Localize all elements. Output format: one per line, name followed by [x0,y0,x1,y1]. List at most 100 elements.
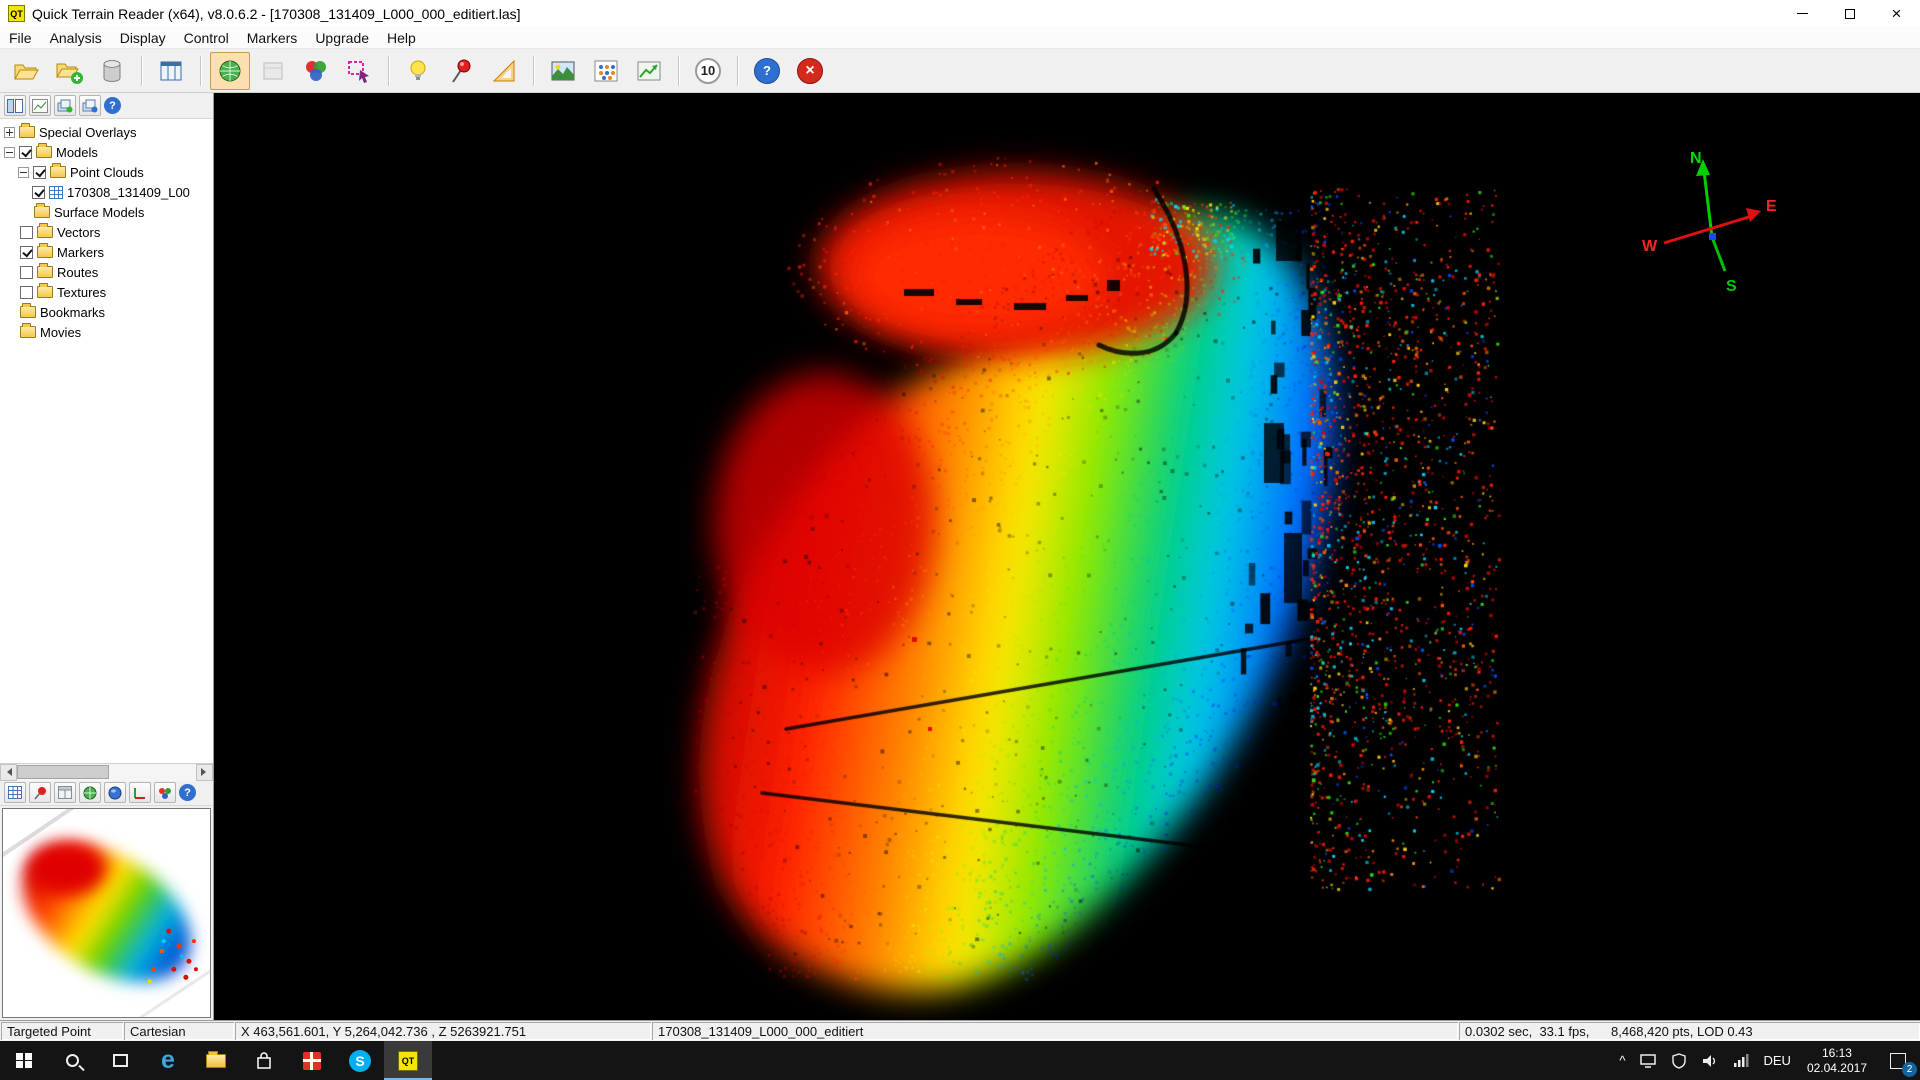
menu-help[interactable]: Help [378,27,425,48]
point-display-button[interactable] [586,52,626,90]
selection-tool-button[interactable] [339,52,379,90]
tree-item-movies[interactable]: Movies [0,322,213,342]
overview-minimap[interactable] [2,808,211,1018]
axes-tool-button[interactable] [129,782,151,803]
taskbar-explorer-button[interactable] [192,1041,240,1080]
menu-display[interactable]: Display [111,27,175,48]
checkbox-checked[interactable] [20,246,33,259]
screenshot-button[interactable] [543,52,583,90]
minimize-button[interactable] [1779,0,1826,27]
viewport-3d[interactable]: N S W E [214,93,1920,1020]
volume-tray-button[interactable] [1694,1041,1725,1080]
tree-item-markers[interactable]: Markers [0,242,213,262]
volume-icon [1701,1053,1718,1069]
defender-tray-button[interactable] [1664,1041,1694,1080]
menu-upgrade[interactable]: Upgrade [306,27,378,48]
close-button[interactable]: × [1873,0,1920,27]
zoom-10-button[interactable]: 10 [688,52,728,90]
checkbox-checked[interactable] [32,186,45,199]
tree-item-special-overlays[interactable]: Special Overlays [0,122,213,142]
status-dataset: 170308_131409_L000_000_editiert [652,1022,1458,1040]
minimap-render [3,809,210,1017]
panel-layout-button[interactable] [4,95,26,116]
measure-button[interactable] [484,52,524,90]
scroll-right-button[interactable] [196,764,213,781]
marker-tool-button[interactable] [29,782,51,803]
colors-tool-button[interactable] [154,782,176,803]
checkbox-unchecked[interactable] [20,226,33,239]
start-button[interactable] [0,1041,48,1080]
add-layer-button[interactable] [54,95,76,116]
tree-item-routes[interactable]: Routes [0,262,213,282]
sidebar-toolbar-bottom: ? [0,780,213,806]
scrollbar-track[interactable] [17,764,196,781]
collapse-icon[interactable] [4,147,15,158]
checkbox-unchecked[interactable] [20,266,33,279]
tree-item-surface-models[interactable]: Surface Models [0,202,213,222]
taskbar-store-button[interactable] [240,1041,288,1080]
language-indicator[interactable]: DEU [1756,1041,1797,1080]
panel-help-button[interactable]: ? [179,784,196,801]
tree-label: Bookmarks [40,305,105,320]
profile-button[interactable] [629,52,669,90]
folder-icon [50,166,66,178]
open-add-button[interactable] [49,52,89,90]
scroll-left-button[interactable] [0,764,17,781]
menu-analysis[interactable]: Analysis [41,27,111,48]
task-view-button[interactable] [96,1041,144,1080]
network-tray-button[interactable] [1632,1041,1664,1080]
folder-icon [37,286,53,298]
view-globe-button[interactable] [210,52,250,90]
globe-tool-button[interactable] [79,782,101,803]
help-button[interactable]: ? [747,52,787,90]
open-button[interactable] [6,52,46,90]
layout-columns-button[interactable] [151,52,191,90]
table-tool-button[interactable] [54,782,76,803]
menu-markers[interactable]: Markers [238,27,307,48]
app-icon[interactable]: QT [8,5,25,22]
tree-item-vectors[interactable]: Vectors [0,222,213,242]
sphere-tool-button[interactable] [104,782,126,803]
qt-reader-icon: QT [398,1051,418,1071]
wifi-tray-button[interactable] [1725,1041,1756,1080]
tree-item-point-clouds[interactable]: Point Clouds [0,162,213,182]
lighting-button[interactable] [398,52,438,90]
exit-button[interactable]: × [790,52,830,90]
taskbar-qt-reader-button[interactable]: QT [384,1041,432,1080]
marker-pin-button[interactable] [441,52,481,90]
checkbox-checked[interactable] [19,146,32,159]
clock-time: 16:13 [1822,1046,1852,1061]
sidebar-help-button[interactable]: ? [104,97,121,114]
taskbar-edge-button[interactable]: e [144,1041,192,1080]
tree-item-models[interactable]: Models [0,142,213,162]
checkbox-unchecked[interactable] [20,286,33,299]
action-center-button[interactable]: 2 [1876,1041,1920,1080]
tree-item-bookmarks[interactable]: Bookmarks [0,302,213,322]
tree-horizontal-scrollbar[interactable] [0,763,213,780]
scrollbar-thumb[interactable] [17,765,109,779]
toolbar-separator [200,56,201,86]
grid-tool-button[interactable] [4,782,26,803]
expand-icon[interactable] [4,127,15,138]
menu-file[interactable]: File [0,27,41,48]
menu-control[interactable]: Control [175,27,238,48]
hidden-icons-button[interactable]: ^ [1612,1041,1632,1080]
taskbar-clock[interactable]: 16:13 02.04.2017 [1798,1046,1876,1076]
remove-layer-button[interactable] [79,95,101,116]
folder-icon [20,306,36,318]
tree-item-textures[interactable]: Textures [0,282,213,302]
taskbar-red-app-button[interactable] [288,1041,336,1080]
profile-panel-button[interactable] [29,95,51,116]
collapse-icon[interactable] [18,167,29,178]
color-mode-button[interactable] [296,52,336,90]
taskbar-skype-button[interactable]: S [336,1041,384,1080]
skype-icon: S [349,1050,371,1072]
layers-sidebar: ? Special Overlays Models [0,93,214,1020]
compass-south-label: S [1726,278,1737,295]
tree-item-las-file[interactable]: 170308_131409_L00 [0,182,213,202]
maximize-button[interactable] [1826,0,1873,27]
search-button[interactable] [48,1041,96,1080]
folder-icon [19,126,35,138]
checkbox-checked[interactable] [33,166,46,179]
database-button[interactable] [92,52,132,90]
